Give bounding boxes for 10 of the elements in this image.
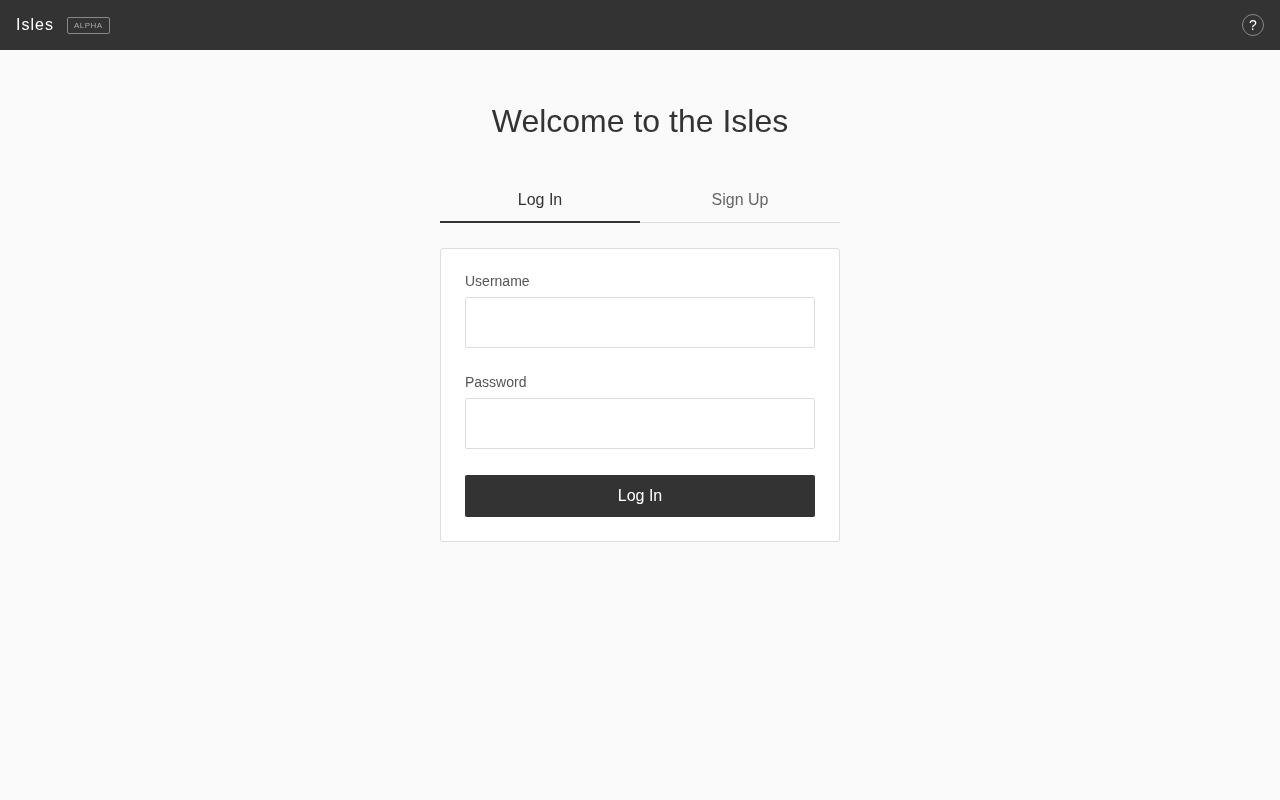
tab[interactable]: Sign Up [640, 178, 840, 223]
field-label: Username [465, 273, 531, 289]
alpha-badge: ALPHA [66, 16, 110, 34]
page-heading: Welcome to the Isles [491, 103, 789, 140]
input-field[interactable] [465, 398, 815, 449]
login-button[interactable]: Log In [465, 475, 815, 517]
tab[interactable]: Log In [440, 178, 640, 223]
field-label: Password [465, 374, 528, 390]
app-title: Isles [16, 16, 54, 34]
input-field[interactable] [465, 297, 815, 348]
